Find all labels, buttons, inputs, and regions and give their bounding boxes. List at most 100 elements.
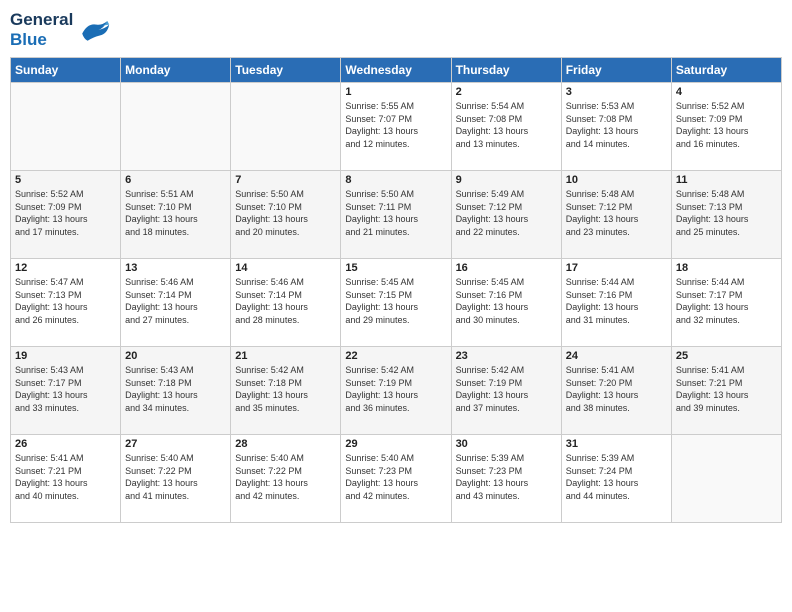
day-number: 16 xyxy=(456,262,557,274)
day-number: 6 xyxy=(125,174,226,186)
day-number: 27 xyxy=(125,438,226,450)
day-info: Sunrise: 5:41 AM Sunset: 7:20 PM Dayligh… xyxy=(566,364,667,414)
day-number: 4 xyxy=(676,86,777,98)
weekday-header: Sunday xyxy=(11,58,121,83)
day-info: Sunrise: 5:53 AM Sunset: 7:08 PM Dayligh… xyxy=(566,100,667,150)
day-number: 24 xyxy=(566,350,667,362)
calendar-cell: 2 Sunrise: 5:54 AM Sunset: 7:08 PM Daylig… xyxy=(451,83,561,171)
calendar-cell xyxy=(671,435,781,523)
calendar-cell: 22Sunrise: 5:42 AM Sunset: 7:19 PM Dayli… xyxy=(341,347,451,435)
calendar-cell: 8 Sunrise: 5:50 AM Sunset: 7:11 PM Daylig… xyxy=(341,171,451,259)
calendar-cell: 28 Sunrise: 5:40 AM Sunset: 7:22 PM Dayli… xyxy=(231,435,341,523)
day-info: Sunrise: 5:45 AM Sunset: 7:16 PM Dayligh… xyxy=(456,276,557,326)
day-number: 25 xyxy=(676,350,777,362)
calendar-week-row: 1Sunrise: 5:55 AM Sunset: 7:07 PM Daylig… xyxy=(11,83,782,171)
calendar-cell xyxy=(231,83,341,171)
weekday-header: Tuesday xyxy=(231,58,341,83)
day-info: Sunrise: 5:49 AM Sunset: 7:12 PM Dayligh… xyxy=(456,188,557,238)
day-number: 12 xyxy=(15,262,116,274)
day-info: Sunrise: 5:42 AM Sunset: 7:19 PM Dayligh… xyxy=(456,364,557,414)
day-number: 14 xyxy=(235,262,336,274)
day-number: 31 xyxy=(566,438,667,450)
day-number: 13 xyxy=(125,262,226,274)
day-number: 28 xyxy=(235,438,336,450)
day-info: Sunrise: 5:50 AM Sunset: 7:11 PM Dayligh… xyxy=(345,188,446,238)
calendar-cell: 21 Sunrise: 5:42 AM Sunset: 7:18 PM Dayli… xyxy=(231,347,341,435)
day-info: Sunrise: 5:42 AM Sunset: 7:18 PM Dayligh… xyxy=(235,364,336,414)
calendar-cell: 17Sunrise: 5:44 AM Sunset: 7:16 PM Dayli… xyxy=(561,259,671,347)
calendar-cell: 24 Sunrise: 5:41 AM Sunset: 7:20 PM Dayli… xyxy=(561,347,671,435)
day-number: 20 xyxy=(125,350,226,362)
day-info: Sunrise: 5:44 AM Sunset: 7:17 PM Dayligh… xyxy=(676,276,777,326)
day-number: 23 xyxy=(456,350,557,362)
day-number: 21 xyxy=(235,350,336,362)
day-number: 30 xyxy=(456,438,557,450)
calendar-cell: 1Sunrise: 5:55 AM Sunset: 7:07 PM Daylig… xyxy=(341,83,451,171)
day-number: 8 xyxy=(345,174,446,186)
calendar-cell: 20 Sunrise: 5:43 AM Sunset: 7:18 PM Dayli… xyxy=(121,347,231,435)
calendar-week-row: 5Sunrise: 5:52 AM Sunset: 7:09 PM Daylig… xyxy=(11,171,782,259)
day-info: Sunrise: 5:48 AM Sunset: 7:13 PM Dayligh… xyxy=(676,188,777,238)
day-info: Sunrise: 5:41 AM Sunset: 7:21 PM Dayligh… xyxy=(676,364,777,414)
day-number: 26 xyxy=(15,438,116,450)
day-info: Sunrise: 5:41 AM Sunset: 7:21 PM Dayligh… xyxy=(15,452,116,502)
calendar-cell: 29 Sunrise: 5:40 AM Sunset: 7:23 PM Dayli… xyxy=(341,435,451,523)
day-number: 11 xyxy=(676,174,777,186)
calendar-cell: 15 Sunrise: 5:45 AM Sunset: 7:15 PM Dayli… xyxy=(341,259,451,347)
calendar-cell: 19 Sunrise: 5:43 AM Sunset: 7:17 PM Dayli… xyxy=(11,347,121,435)
calendar-cell: 25 Sunrise: 5:41 AM Sunset: 7:21 PM Dayli… xyxy=(671,347,781,435)
day-number: 19 xyxy=(15,350,116,362)
calendar-cell: 31Sunrise: 5:39 AM Sunset: 7:24 PM Dayli… xyxy=(561,435,671,523)
calendar-header-row: SundayMondayTuesdayWednesdayThursdayFrid… xyxy=(11,58,782,83)
logo-line2: Blue xyxy=(10,30,73,50)
day-info: Sunrise: 5:42 AM Sunset: 7:19 PM Dayligh… xyxy=(345,364,446,414)
day-number: 7 xyxy=(235,174,336,186)
calendar-cell: 3 Sunrise: 5:53 AM Sunset: 7:08 PM Daylig… xyxy=(561,83,671,171)
calendar-cell: 16 Sunrise: 5:45 AM Sunset: 7:16 PM Dayli… xyxy=(451,259,561,347)
day-info: Sunrise: 5:48 AM Sunset: 7:12 PM Dayligh… xyxy=(566,188,667,238)
calendar-cell: 9 Sunrise: 5:49 AM Sunset: 7:12 PM Daylig… xyxy=(451,171,561,259)
calendar-cell: 13 Sunrise: 5:46 AM Sunset: 7:14 PM Dayli… xyxy=(121,259,231,347)
calendar-week-row: 19 Sunrise: 5:43 AM Sunset: 7:17 PM Dayli… xyxy=(11,347,782,435)
day-info: Sunrise: 5:54 AM Sunset: 7:08 PM Dayligh… xyxy=(456,100,557,150)
weekday-header: Saturday xyxy=(671,58,781,83)
calendar-cell: 27 Sunrise: 5:40 AM Sunset: 7:22 PM Dayli… xyxy=(121,435,231,523)
day-info: Sunrise: 5:52 AM Sunset: 7:09 PM Dayligh… xyxy=(15,188,116,238)
calendar-cell: 18Sunrise: 5:44 AM Sunset: 7:17 PM Dayli… xyxy=(671,259,781,347)
day-info: Sunrise: 5:45 AM Sunset: 7:15 PM Dayligh… xyxy=(345,276,446,326)
day-info: Sunrise: 5:46 AM Sunset: 7:14 PM Dayligh… xyxy=(125,276,226,326)
day-info: Sunrise: 5:40 AM Sunset: 7:22 PM Dayligh… xyxy=(125,452,226,502)
day-info: Sunrise: 5:46 AM Sunset: 7:14 PM Dayligh… xyxy=(235,276,336,326)
weekday-header: Monday xyxy=(121,58,231,83)
calendar-cell: 6 Sunrise: 5:51 AM Sunset: 7:10 PM Daylig… xyxy=(121,171,231,259)
day-number: 10 xyxy=(566,174,667,186)
calendar-cell: 10 Sunrise: 5:48 AM Sunset: 7:12 PM Dayli… xyxy=(561,171,671,259)
logo: General Blue xyxy=(10,10,111,49)
day-number: 9 xyxy=(456,174,557,186)
weekday-header: Thursday xyxy=(451,58,561,83)
day-number: 17 xyxy=(566,262,667,274)
day-info: Sunrise: 5:50 AM Sunset: 7:10 PM Dayligh… xyxy=(235,188,336,238)
calendar-cell: 26 Sunrise: 5:41 AM Sunset: 7:21 PM Dayli… xyxy=(11,435,121,523)
calendar-week-row: 26 Sunrise: 5:41 AM Sunset: 7:21 PM Dayli… xyxy=(11,435,782,523)
logo-line1: General xyxy=(10,10,73,30)
day-number: 15 xyxy=(345,262,446,274)
calendar-cell: 11 Sunrise: 5:48 AM Sunset: 7:13 PM Dayli… xyxy=(671,171,781,259)
day-info: Sunrise: 5:40 AM Sunset: 7:22 PM Dayligh… xyxy=(235,452,336,502)
calendar-cell: 23 Sunrise: 5:42 AM Sunset: 7:19 PM Dayli… xyxy=(451,347,561,435)
day-info: Sunrise: 5:40 AM Sunset: 7:23 PM Dayligh… xyxy=(345,452,446,502)
day-number: 29 xyxy=(345,438,446,450)
day-info: Sunrise: 5:43 AM Sunset: 7:17 PM Dayligh… xyxy=(15,364,116,414)
page-header: General Blue xyxy=(10,10,782,49)
calendar-cell: 14 Sunrise: 5:46 AM Sunset: 7:14 PM Dayli… xyxy=(231,259,341,347)
day-info: Sunrise: 5:43 AM Sunset: 7:18 PM Dayligh… xyxy=(125,364,226,414)
calendar-cell: 12Sunrise: 5:47 AM Sunset: 7:13 PM Dayli… xyxy=(11,259,121,347)
calendar-cell: 4Sunrise: 5:52 AM Sunset: 7:09 PM Daylig… xyxy=(671,83,781,171)
day-number: 3 xyxy=(566,86,667,98)
logo-bird-icon xyxy=(75,15,111,45)
calendar-cell xyxy=(121,83,231,171)
weekday-header: Friday xyxy=(561,58,671,83)
day-info: Sunrise: 5:51 AM Sunset: 7:10 PM Dayligh… xyxy=(125,188,226,238)
day-info: Sunrise: 5:39 AM Sunset: 7:23 PM Dayligh… xyxy=(456,452,557,502)
day-number: 2 xyxy=(456,86,557,98)
